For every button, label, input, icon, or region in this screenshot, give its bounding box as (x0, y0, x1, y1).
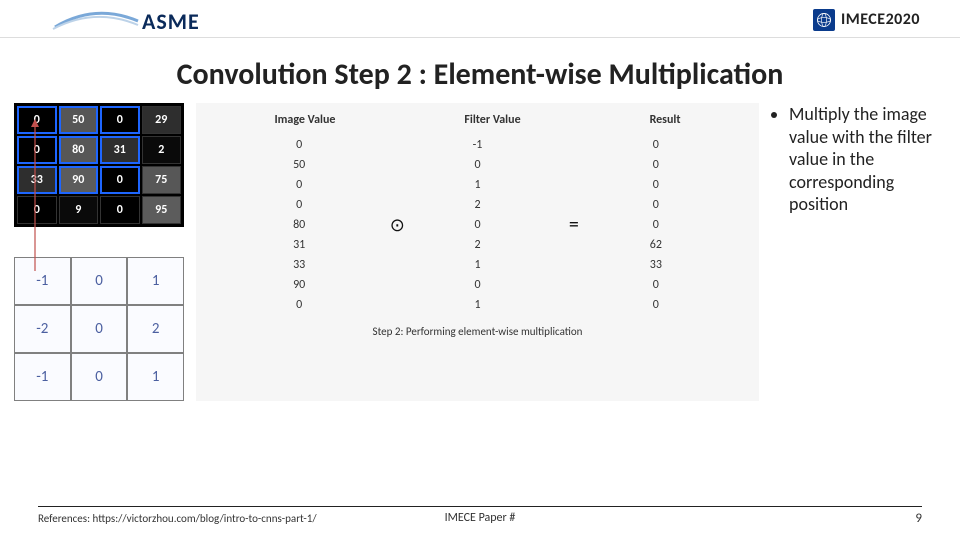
imece-logo: IMECE2020 (813, 9, 920, 31)
calc-row: 020 (210, 195, 745, 215)
img-cell: 90 (59, 166, 99, 194)
calc-cell: 0 (389, 278, 566, 292)
calculation-panel: Image Value Filter Value Result ⊙ = 0-10… (196, 103, 759, 401)
img-cell: 0 (100, 106, 140, 134)
calc-cell: 0 (389, 158, 566, 172)
calc-cell: -1 (389, 138, 566, 152)
img-cell: 0 (17, 106, 57, 134)
calc-cell: 0 (211, 178, 388, 192)
img-cell: 9 (59, 196, 99, 224)
left-column: 0 50 0 29 0 80 31 2 33 90 0 75 0 9 0 95 … (14, 103, 184, 401)
calc-cell: 90 (211, 278, 388, 292)
calc-cell: 0 (568, 218, 745, 232)
img-cell: 0 (17, 136, 57, 164)
calc-cell: 0 (211, 198, 388, 212)
img-cell: 0 (100, 166, 140, 194)
footer-divider (38, 506, 922, 507)
calc-cell: 31 (211, 238, 388, 252)
references: References: https://victorzhou.com/blog/… (38, 512, 317, 525)
step-caption: Step 2: Performing element-wise multipli… (210, 325, 745, 338)
calc-cell: 33 (211, 258, 388, 272)
references-url: https://victorzhou.com/blog/intro-to-cnn… (93, 512, 317, 525)
filter-cell: -1 (14, 257, 71, 305)
img-cell: 50 (59, 106, 99, 134)
explanation-column: Multiply the image value with the filter… (771, 103, 946, 401)
filter-cell: -2 (14, 305, 71, 353)
col-header: Image Value (274, 113, 335, 127)
calc-row: 5000 (210, 155, 745, 175)
calc-cell: 1 (389, 178, 566, 192)
calc-cell: 0 (389, 218, 566, 232)
footer-center: IMECE Paper # (445, 511, 516, 525)
calc-cell: 33 (568, 258, 745, 272)
calc-cell: 0 (568, 278, 745, 292)
calc-body: ⊙ = 0-105000010020800031262331339000010 (210, 135, 745, 315)
calc-cell: 0 (568, 178, 745, 192)
calc-cell: 50 (211, 158, 388, 172)
calc-row: 31262 (210, 235, 745, 255)
filter-cell: 2 (127, 305, 184, 353)
calc-row: 9000 (210, 275, 745, 295)
img-cell: 29 (142, 106, 182, 134)
arrow-icon (30, 243, 32, 271)
img-cell: 31 (100, 136, 140, 164)
calc-cell: 0 (568, 298, 745, 312)
calc-row: 33133 (210, 255, 745, 275)
slide-title: Convolution Step 2 : Element-wise Multip… (0, 56, 960, 93)
col-header: Filter Value (464, 113, 520, 127)
filter-cell: -1 (14, 353, 71, 401)
references-label: References: (38, 512, 90, 525)
imece-text: IMECE2020 (841, 10, 920, 29)
img-cell: 0 (100, 196, 140, 224)
filter-cell: 1 (127, 257, 184, 305)
calc-cell: 0 (568, 158, 745, 172)
calc-cell: 0 (568, 138, 745, 152)
calc-cell: 2 (389, 238, 566, 252)
col-header: Result (650, 113, 681, 127)
img-cell: 33 (17, 166, 57, 194)
img-cell: 75 (142, 166, 182, 194)
calc-cell: 62 (568, 238, 745, 252)
calc-cell: 80 (211, 218, 388, 232)
calc-row: 010 (210, 175, 745, 195)
filter-cell: 1 (127, 353, 184, 401)
image-patch-grid: 0 50 0 29 0 80 31 2 33 90 0 75 0 9 0 95 (14, 103, 184, 227)
calc-row: 010 (210, 295, 745, 315)
globe-icon (813, 9, 835, 31)
filter-cell: 0 (71, 305, 128, 353)
asme-logo: ASME (50, 6, 200, 33)
content-area: 0 50 0 29 0 80 31 2 33 90 0 75 0 9 0 95 … (0, 103, 960, 401)
calc-cell: 0 (211, 298, 388, 312)
hadamard-icon: ⊙ (390, 214, 405, 236)
calc-row: 8000 (210, 215, 745, 235)
calc-cell: 0 (568, 198, 745, 212)
calc-cell: 0 (211, 138, 388, 152)
slide-footer: References: https://victorzhou.com/blog/… (0, 506, 960, 526)
img-cell: 0 (17, 196, 57, 224)
asme-text: ASME (142, 8, 200, 35)
calc-cell: 1 (389, 298, 566, 312)
img-cell: 95 (142, 196, 182, 224)
img-cell: 80 (59, 136, 99, 164)
filter-cell: 0 (71, 353, 128, 401)
calc-header-row: Image Value Filter Value Result (210, 113, 745, 127)
filter-cell: 0 (71, 257, 128, 305)
slide-header: ASME IMECE2020 (0, 0, 960, 38)
calc-cell: 2 (389, 198, 566, 212)
calc-row: 0-10 (210, 135, 745, 155)
img-cell: 2 (142, 136, 182, 164)
asme-swoosh-icon (50, 9, 140, 31)
filter-kernel-grid: -1 0 1 -2 0 2 -1 0 1 (14, 257, 184, 401)
bullet-text: Multiply the image value with the filter… (789, 103, 946, 216)
equals-icon: = (569, 213, 579, 237)
page-number: 9 (915, 511, 922, 526)
calc-cell: 1 (389, 258, 566, 272)
